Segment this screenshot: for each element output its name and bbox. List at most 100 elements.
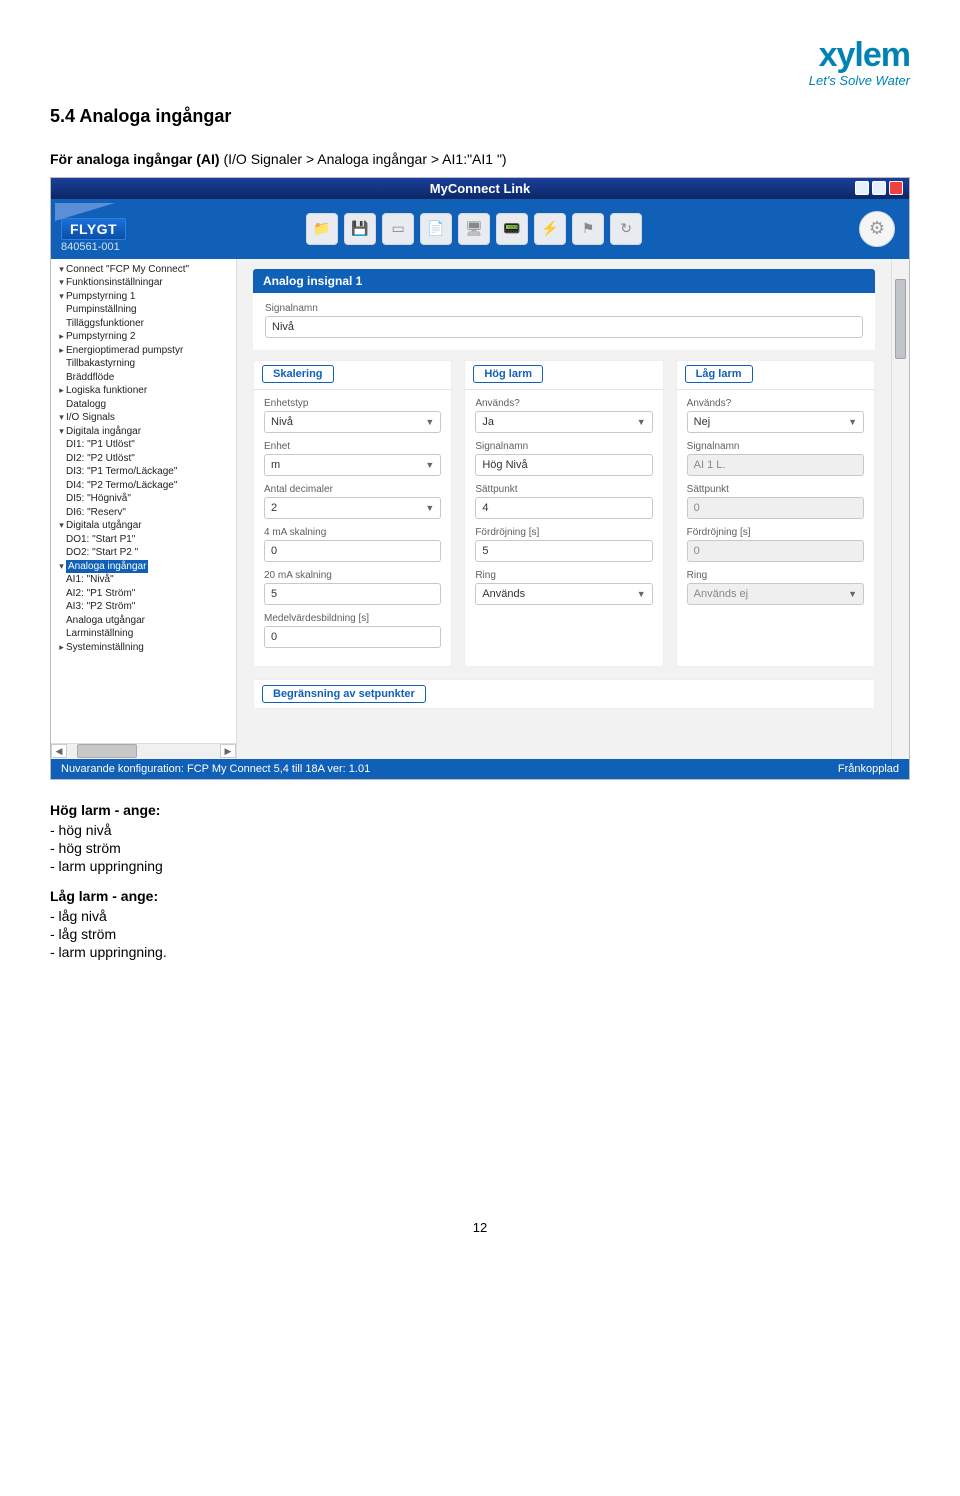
tree-item[interactable]: ▸Energioptimerad pumpstyr [55, 344, 236, 358]
enhetstyp-select[interactable]: Nivå▼ [264, 411, 441, 433]
tree-item-label: Pumpinställning [66, 304, 137, 315]
tree-h-scrollbar[interactable]: ◀ ▶ [51, 743, 236, 759]
bolt-icon[interactable]: ⚡ [534, 213, 566, 245]
nav-tree[interactable]: ▾Connect "FCP My Connect"▾Funktionsinstä… [51, 259, 237, 759]
brand-badge: FLYGT [61, 218, 126, 240]
refresh-icon[interactable]: ↻ [610, 213, 642, 245]
tree-item[interactable]: Pumpinställning [55, 303, 236, 317]
tree-item[interactable]: ▾I/O Signals [55, 411, 236, 425]
scroll-right-arrow-icon[interactable]: ▶ [220, 744, 236, 758]
hog-anvands-label: Används? [475, 398, 652, 409]
lag-delay-input[interactable]: 0 [687, 540, 864, 562]
tree-item-label: Tilläggsfunktioner [66, 318, 144, 329]
card-icon[interactable]: ▭ [382, 213, 414, 245]
lag-satt-input[interactable]: 0 [687, 497, 864, 519]
tree-item-label: AI1: "Nivå" [66, 574, 114, 585]
tree-item[interactable]: ▾Pumpstyrning 1 [55, 290, 236, 304]
tree-item[interactable]: DI3: "P1 Termo/Läckage" [55, 465, 236, 479]
tree-item[interactable]: Tilläggsfunktioner [55, 317, 236, 331]
tree-item[interactable]: ▾Digitala ingångar [55, 425, 236, 439]
decimaler-select[interactable]: 2▼ [264, 497, 441, 519]
enhetstyp-label: Enhetstyp [264, 398, 441, 409]
tree-item-label: Datalogg [66, 399, 106, 410]
tree-item[interactable]: AI1: "Nivå" [55, 573, 236, 587]
4ma-label: 4 mA skalning [264, 527, 441, 538]
hog-ring-select[interactable]: Används▼ [475, 583, 652, 605]
flag-icon[interactable]: ⚑ [572, 213, 604, 245]
tree-item[interactable]: ▸Systeminställning [55, 641, 236, 655]
tree-item[interactable]: AI3: "P2 Ström" [55, 600, 236, 614]
tree-item[interactable]: Larminställning [55, 627, 236, 641]
tree-item[interactable]: ▾Analoga ingångar [55, 560, 236, 574]
tree-item[interactable]: DO1: "Start P1" [55, 533, 236, 547]
hog-signal-input[interactable]: Hög Nivå [475, 454, 652, 476]
chevron-down-icon: ▼ [848, 589, 857, 599]
hog-ring-label: Ring [475, 570, 652, 581]
intro-paragraph: För analoga ingångar (AI) (I/O Signaler … [50, 151, 910, 167]
tree-item[interactable]: ▾Connect "FCP My Connect" [55, 263, 236, 277]
hog-delay-input[interactable]: 5 [475, 540, 652, 562]
hog-satt-input[interactable]: 4 [475, 497, 652, 519]
medel-input[interactable]: 0 [264, 626, 441, 648]
tree-item[interactable]: Bräddflöde [55, 371, 236, 385]
doc-icon[interactable]: 📄 [420, 213, 452, 245]
scroll-thumb[interactable] [77, 744, 137, 758]
window-titlebar: MyConnect Link [51, 178, 909, 199]
tree-item[interactable]: Analoga utgångar [55, 614, 236, 628]
lag-ring-label: Ring [687, 570, 864, 581]
tree-item-label: DI5: "Högnivå" [66, 493, 131, 504]
4ma-input[interactable]: 0 [264, 540, 441, 562]
scroll-thumb[interactable] [895, 279, 906, 359]
tree-item-label: Energioptimerad pumpstyr [66, 345, 183, 356]
folder-icon[interactable]: 📁 [306, 213, 338, 245]
tree-item[interactable]: DI6: "Reserv" [55, 506, 236, 520]
lag-signal-input[interactable]: AI 1 L. [687, 454, 864, 476]
gear-icon[interactable]: ⚙ [859, 211, 895, 247]
hog-anvands-select[interactable]: Ja▼ [475, 411, 652, 433]
tree-item-label: DI3: "P1 Termo/Läckage" [66, 466, 177, 477]
tree-item[interactable]: AI2: "P1 Ström" [55, 587, 236, 601]
sensor-icon[interactable]: 📟 [496, 213, 528, 245]
scroll-left-arrow-icon[interactable]: ◀ [51, 744, 67, 758]
main-v-scrollbar[interactable] [891, 259, 909, 759]
tree-item[interactable]: DI5: "Högnivå" [55, 492, 236, 506]
tree-item[interactable]: ▾Digitala utgångar [55, 519, 236, 533]
tree-item[interactable]: Datalogg [55, 398, 236, 412]
signalname-input[interactable]: Nivå [265, 316, 863, 338]
maximize-button[interactable] [872, 181, 886, 195]
lag-ring-select[interactable]: Används ej▼ [687, 583, 864, 605]
chevron-down-icon: ▼ [425, 503, 434, 513]
tree-item[interactable]: DI2: "P2 Utlöst" [55, 452, 236, 466]
lag-larm-card: Låg larm Används?Nej▼ SignalnamnAI 1 L. … [676, 360, 875, 667]
tree-item[interactable]: Tillbakastyrning [55, 357, 236, 371]
tree-item[interactable]: DI1: "P1 Utlöst" [55, 438, 236, 452]
tree-item-label: DI2: "P2 Utlöst" [66, 453, 135, 464]
20ma-input[interactable]: 5 [264, 583, 441, 605]
tree-item[interactable]: DO2: "Start P2 " [55, 546, 236, 560]
setpoint-limit-section[interactable]: Begränsning av setpunkter [253, 679, 875, 709]
brand-logo: xylem Let's Solve Water [809, 40, 910, 88]
signalname-label: Signalnamn [265, 303, 863, 314]
brand-logo-row: xylem Let's Solve Water [50, 40, 910, 88]
minimize-button[interactable] [855, 181, 869, 195]
tree-item[interactable]: ▸Pumpstyrning 2 [55, 330, 236, 344]
tree-item[interactable]: ▾Funktionsinställningar [55, 276, 236, 290]
enhet-select[interactable]: m▼ [264, 454, 441, 476]
tree-item[interactable]: ▸Logiska funktioner [55, 384, 236, 398]
signalname-value: Nivå [272, 321, 294, 333]
tree-triangle-icon: ▸ [57, 384, 66, 396]
monitor-icon[interactable]: 🖥 [458, 213, 490, 245]
tree-item[interactable]: DI4: "P2 Termo/Läckage" [55, 479, 236, 493]
status-left-label: Nuvarande konfiguration: [61, 763, 184, 775]
save-icon[interactable]: 💾 [344, 213, 376, 245]
window-controls [855, 181, 903, 195]
lag-anvands-select[interactable]: Nej▼ [687, 411, 864, 433]
list-item: - larm uppringning. [50, 944, 910, 960]
decimaler-label: Antal decimaler [264, 484, 441, 495]
tree-triangle-icon: ▾ [57, 425, 66, 437]
hog-larm-heading: Hög larm [473, 365, 543, 383]
close-button[interactable] [889, 181, 903, 195]
chevron-down-icon: ▼ [425, 417, 434, 427]
tree-item-label: Bräddflöde [66, 372, 114, 383]
tree-item-label: DO1: "Start P1" [66, 534, 135, 545]
